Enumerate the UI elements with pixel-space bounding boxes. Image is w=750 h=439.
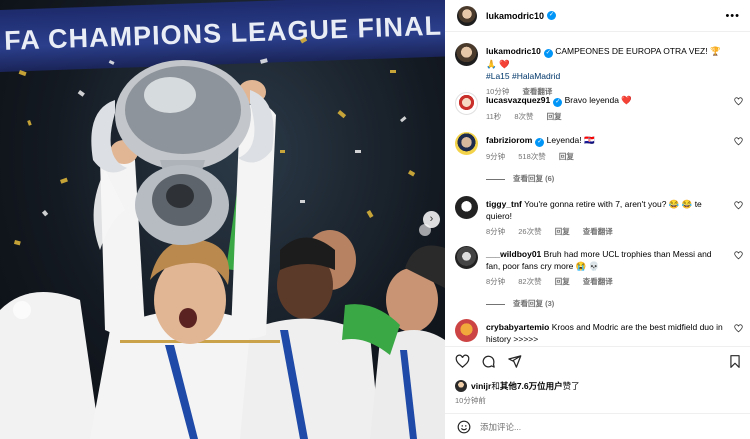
comment-avatar[interactable] — [455, 246, 478, 269]
likes-connector: 和 — [491, 381, 500, 391]
chevron-right-icon: › — [429, 213, 434, 225]
verified-icon: ✓ — [535, 138, 545, 147]
post-timestamp: 10分钟前 — [455, 396, 486, 405]
comment-icon[interactable] — [481, 354, 496, 369]
translate-link[interactable]: 查看翻译 — [583, 227, 613, 236]
heart-icon[interactable] — [734, 324, 743, 333]
emoji-icon[interactable] — [457, 420, 471, 434]
comment-like-count[interactable]: 8次赞 — [514, 112, 533, 121]
liker-avatar[interactable] — [455, 380, 467, 392]
heart-icon[interactable] — [734, 201, 743, 210]
reply-button[interactable]: 回复 — [555, 227, 570, 236]
comment-text: Leyenda! 🇭🇷 — [546, 135, 595, 145]
post-header: lukamodric10 ✓ ••• — [445, 0, 750, 32]
like-heart-icon[interactable] — [455, 354, 470, 369]
carousel-next-button[interactable]: › — [423, 211, 440, 228]
caption-author[interactable]: lukamodric10 — [486, 46, 541, 56]
reply-button[interactable]: 回复 — [559, 152, 574, 161]
author-handle[interactable]: lukamodric10 — [486, 11, 544, 21]
comment-author[interactable]: crybabyartemio — [486, 322, 549, 332]
comment-avatar[interactable] — [455, 319, 478, 342]
comment-time: 8分钟 — [486, 227, 506, 236]
add-comment-bar — [445, 413, 750, 439]
caption-avatar[interactable] — [455, 43, 478, 66]
photo-scene — [0, 36, 445, 439]
comment-author[interactable]: lucasvazquez91 — [486, 95, 550, 105]
comment-author[interactable]: ___wildboy01 — [486, 249, 541, 259]
liker-handle[interactable]: vinijr — [471, 381, 491, 391]
comment-input[interactable] — [480, 422, 680, 432]
comment-avatar[interactable] — [455, 132, 478, 155]
comments-list[interactable]: lukamodric10 ✓ CAMPEONES DE EUROPA OTRA V… — [445, 33, 750, 346]
post-actions: vinijr 和其他7.6万位用户 赞了 10分钟前 — [445, 346, 750, 439]
comment-avatar[interactable] — [455, 92, 478, 115]
more-icon[interactable]: ••• — [725, 10, 740, 22]
comment-time: 9分钟 — [486, 152, 506, 161]
post-detail-pane: lukamodric10 ✓ ••• lukamodric10 ✓ CAMPEON… — [445, 0, 750, 439]
comment-author[interactable]: fabriziorom — [486, 135, 532, 145]
comment-avatar[interactable] — [455, 196, 478, 219]
comment-text: Bravo leyenda ❤️ — [564, 95, 632, 105]
comment-like-count[interactable]: 518次赞 — [518, 152, 546, 161]
heart-icon[interactable] — [734, 251, 743, 260]
likes-summary[interactable]: vinijr 和其他7.6万位用户 赞了 — [455, 380, 580, 392]
caption-hashtags[interactable]: #La15 #HalaMadrid — [486, 71, 560, 81]
view-replies-link[interactable]: 查看回复 (3) — [486, 298, 554, 309]
verified-icon: ✓ — [543, 49, 553, 58]
heart-icon[interactable] — [734, 137, 743, 146]
verified-icon: ✓ — [553, 98, 563, 107]
share-icon[interactable] — [507, 354, 522, 369]
comment-like-count[interactable]: 26次赞 — [518, 227, 541, 236]
bookmark-icon[interactable] — [728, 354, 742, 369]
reply-button[interactable]: 回复 — [555, 277, 570, 286]
post-photo[interactable]: FA CHAMPIONS LEAGUE FINAL 20 › — [0, 0, 445, 439]
verified-icon: ✓ — [547, 11, 557, 20]
reply-button[interactable]: 回复 — [547, 112, 562, 121]
likes-others[interactable]: 其他7.6万位用户 — [500, 380, 563, 392]
author-avatar[interactable] — [457, 5, 477, 26]
heart-icon[interactable] — [734, 97, 743, 106]
likes-suffix: 赞了 — [562, 381, 580, 391]
comment-time: 8分钟 — [486, 277, 506, 286]
comment-time: 11秒 — [486, 112, 502, 121]
comment-like-count[interactable]: 82次赞 — [518, 277, 541, 286]
view-replies-link[interactable]: 查看回复 (6) — [486, 173, 554, 184]
translate-link[interactable]: 查看翻译 — [583, 277, 613, 286]
comment-author[interactable]: tiggy_tnf — [486, 199, 522, 209]
